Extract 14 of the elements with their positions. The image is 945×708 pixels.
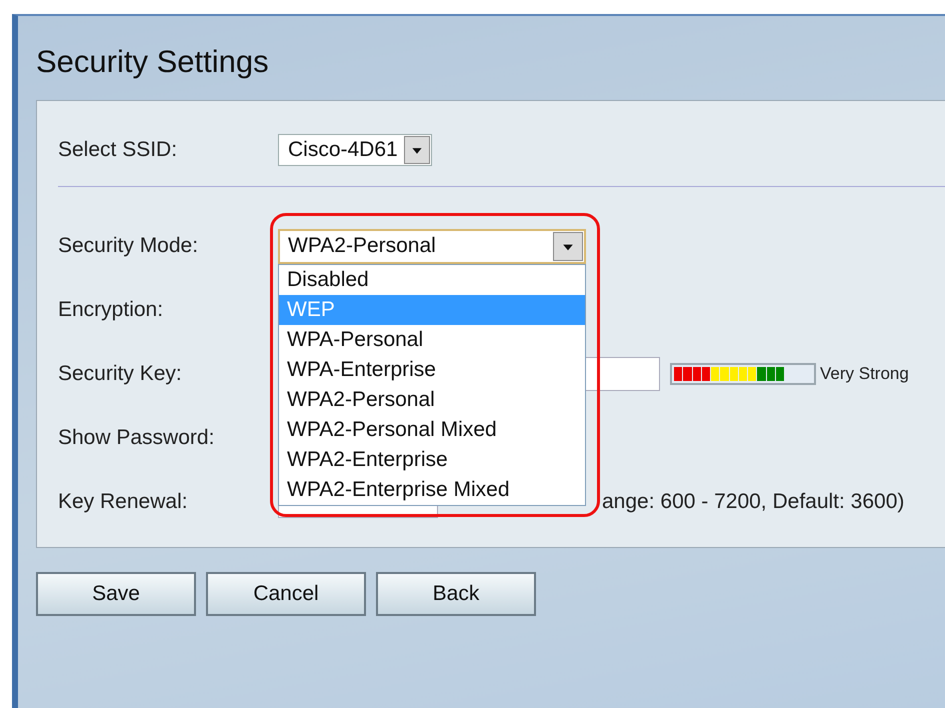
field-label: Security Key: xyxy=(58,362,183,386)
form-button[interactable]: Back xyxy=(376,572,536,616)
field-label: Show Password: xyxy=(58,426,216,450)
field-label: Key Renewal: xyxy=(58,490,189,514)
strength-reading: Very Strong xyxy=(820,364,909,384)
field-label: Security Mode: xyxy=(58,234,200,258)
form-button[interactable]: Save xyxy=(36,572,196,616)
field-label: Encryption: xyxy=(58,298,164,322)
security-mode-select[interactable]: WPA2-Personal xyxy=(278,228,586,264)
page-title: Security Settings xyxy=(36,44,270,81)
range-hint: ange: 600 - 7200, Default: 3600) xyxy=(602,490,904,514)
ssid-select[interactable]: Cisco-4D61 xyxy=(278,134,432,166)
form-button[interactable]: Cancel xyxy=(206,572,366,616)
field-label: Select SSID: xyxy=(58,138,178,162)
